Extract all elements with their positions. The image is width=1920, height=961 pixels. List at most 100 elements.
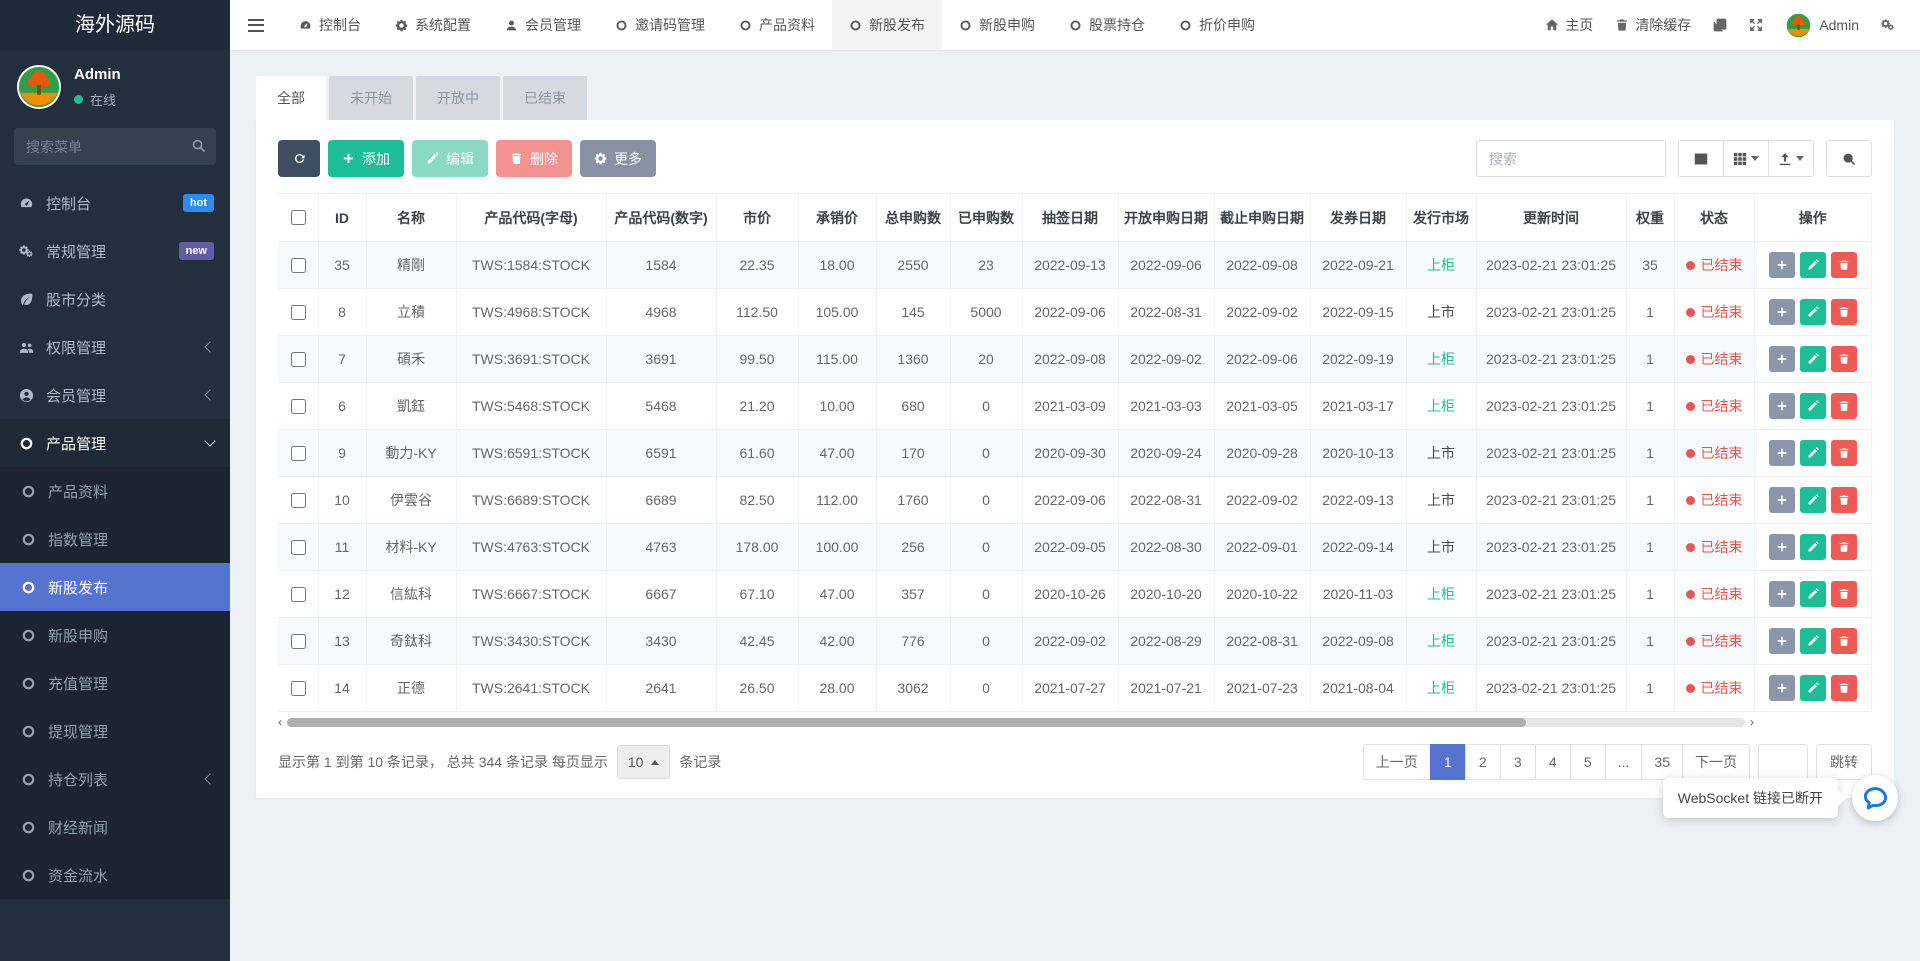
sidebar-subitem[interactable]: 持仓列表: [0, 755, 230, 803]
delete-row-button[interactable]: [1831, 628, 1857, 654]
edit-row-button[interactable]: [1800, 393, 1826, 419]
delete-button[interactable]: 删除: [496, 140, 572, 177]
sidebar-search-input[interactable]: [14, 128, 216, 165]
market-link[interactable]: 上柜: [1427, 398, 1455, 414]
edit-row-button[interactable]: [1800, 675, 1826, 701]
scroll-left-icon[interactable]: ‹: [278, 716, 282, 728]
scrollbar-track[interactable]: [287, 718, 1745, 727]
row-checkbox[interactable]: [291, 399, 306, 414]
search-toggle-button[interactable]: [1826, 140, 1872, 177]
pagination-page[interactable]: 1: [1430, 744, 1466, 780]
expand-button[interactable]: [1769, 440, 1795, 466]
sidebar-subitem[interactable]: 资金流水: [0, 851, 230, 899]
pagination-page[interactable]: 2: [1465, 744, 1501, 780]
edit-row-button[interactable]: [1800, 440, 1826, 466]
delete-row-button[interactable]: [1831, 675, 1857, 701]
market-link[interactable]: 上柜: [1427, 680, 1455, 696]
edit-row-button[interactable]: [1800, 346, 1826, 372]
expand-button[interactable]: [1769, 628, 1795, 654]
pagination-page[interactable]: 5: [1570, 744, 1606, 780]
topnav-item[interactable]: 折价申购: [1162, 0, 1272, 50]
delete-row-button[interactable]: [1831, 299, 1857, 325]
table-search-input[interactable]: [1476, 140, 1666, 177]
sidebar-item[interactable]: 股市分类: [0, 275, 230, 323]
topnav-item[interactable]: 股票持仓: [1052, 0, 1162, 50]
expand-button[interactable]: [1769, 675, 1795, 701]
sidebar-item[interactable]: 控制台hot: [0, 179, 230, 227]
expand-button[interactable]: [1769, 487, 1795, 513]
pagination-page[interactable]: 4: [1535, 744, 1571, 780]
delete-row-button[interactable]: [1831, 487, 1857, 513]
delete-row-button[interactable]: [1831, 346, 1857, 372]
more-button[interactable]: 更多: [580, 140, 656, 177]
scroll-right-icon[interactable]: ›: [1750, 716, 1754, 728]
edit-row-button[interactable]: [1800, 581, 1826, 607]
sidebar-item[interactable]: 产品管理: [0, 419, 230, 467]
row-checkbox[interactable]: [291, 634, 306, 649]
page-size-dropdown[interactable]: 10: [617, 745, 671, 779]
sidebar-subitem[interactable]: 产品资料: [0, 467, 230, 515]
sidebar-item[interactable]: 权限管理: [0, 323, 230, 371]
pagination-prev[interactable]: 上一页: [1363, 744, 1431, 780]
page-jump-button[interactable]: 跳转: [1816, 744, 1872, 780]
sidebar-item[interactable]: 会员管理: [0, 371, 230, 419]
topnav-item[interactable]: 会员管理: [488, 0, 598, 50]
edit-row-button[interactable]: [1800, 252, 1826, 278]
delete-row-button[interactable]: [1831, 440, 1857, 466]
sidebar-subitem[interactable]: 充值管理: [0, 659, 230, 707]
row-checkbox[interactable]: [291, 587, 306, 602]
sidebar-subitem[interactable]: 新股申购: [0, 611, 230, 659]
pagination-next[interactable]: 下一页: [1682, 744, 1750, 780]
expand-button[interactable]: [1769, 346, 1795, 372]
market-link[interactable]: 上柜: [1427, 257, 1455, 273]
scrollbar-thumb[interactable]: [287, 718, 1526, 727]
expand-button[interactable]: [1769, 299, 1795, 325]
edit-row-button[interactable]: [1800, 299, 1826, 325]
row-checkbox[interactable]: [291, 446, 306, 461]
pagination-page[interactable]: 35: [1641, 744, 1683, 780]
sidebar-subitem[interactable]: 财经新闻: [0, 803, 230, 851]
sidebar-subitem[interactable]: 指数管理: [0, 515, 230, 563]
row-checkbox[interactable]: [291, 493, 306, 508]
menu-toggle-icon[interactable]: [230, 0, 282, 50]
tab-3[interactable]: 已结束: [503, 76, 587, 120]
export-button[interactable]: [1768, 140, 1814, 177]
row-checkbox[interactable]: [291, 258, 306, 273]
topnav-item[interactable]: 新股发布: [832, 0, 942, 50]
settings-gears-icon[interactable]: [1870, 0, 1906, 50]
navbar-user[interactable]: Admin: [1774, 12, 1870, 39]
select-all-checkbox[interactable]: [291, 210, 306, 225]
market-link[interactable]: 上柜: [1427, 586, 1455, 602]
topnav-item[interactable]: 系统配置: [378, 0, 488, 50]
sidebar-subitem[interactable]: 新股发布: [0, 563, 230, 611]
page-jump-input[interactable]: [1758, 744, 1808, 780]
market-link[interactable]: 上柜: [1427, 351, 1455, 367]
chat-widget-button[interactable]: [1852, 775, 1898, 821]
row-checkbox[interactable]: [291, 352, 306, 367]
columns-button[interactable]: [1723, 140, 1769, 177]
row-checkbox[interactable]: [291, 540, 306, 555]
tab-1[interactable]: 未开始: [329, 76, 413, 120]
edit-row-button[interactable]: [1800, 628, 1826, 654]
expand-button[interactable]: [1769, 252, 1795, 278]
topnav-item[interactable]: 邀请码管理: [598, 0, 722, 50]
expand-button[interactable]: [1769, 581, 1795, 607]
refresh-button[interactable]: [278, 140, 320, 177]
edit-row-button[interactable]: [1800, 534, 1826, 560]
edit-button[interactable]: 编辑: [412, 140, 488, 177]
row-checkbox[interactable]: [291, 681, 306, 696]
topnav-item[interactable]: 新股申购: [942, 0, 1052, 50]
copy-icon[interactable]: [1702, 0, 1738, 50]
add-button[interactable]: 添加: [328, 140, 404, 177]
home-link[interactable]: 主页: [1534, 0, 1604, 50]
delete-row-button[interactable]: [1831, 393, 1857, 419]
delete-row-button[interactable]: [1831, 534, 1857, 560]
row-checkbox[interactable]: [291, 305, 306, 320]
topnav-item[interactable]: 控制台: [282, 0, 378, 50]
fullscreen-icon[interactable]: [1738, 0, 1774, 50]
delete-row-button[interactable]: [1831, 252, 1857, 278]
expand-button[interactable]: [1769, 393, 1795, 419]
sidebar-item[interactable]: 常规管理new: [0, 227, 230, 275]
tab-all[interactable]: 全部: [256, 76, 326, 120]
topnav-item[interactable]: 产品资料: [722, 0, 832, 50]
